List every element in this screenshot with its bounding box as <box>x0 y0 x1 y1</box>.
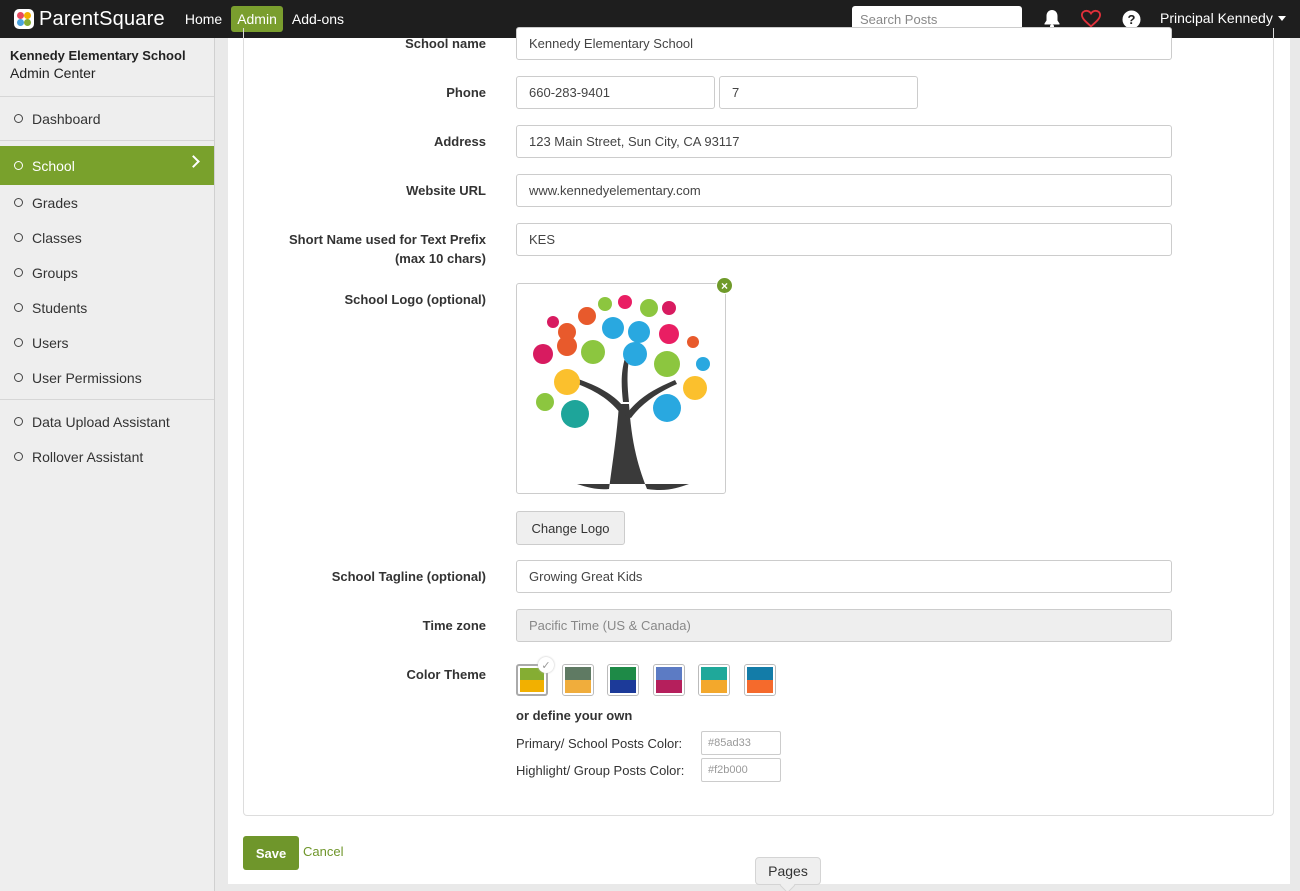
school-logo-label: School Logo (optional) <box>344 292 486 307</box>
circle-icon <box>14 198 23 207</box>
circle-icon <box>14 114 23 123</box>
sidebar-item-label: Students <box>32 299 88 316</box>
user-name: Principal Kennedy <box>1160 10 1273 26</box>
parentsquare-logo-icon <box>14 9 34 29</box>
define-own-colors-label: or define your own <box>516 708 633 723</box>
color-theme-swatch[interactable] <box>607 664 639 696</box>
nav-home[interactable]: Home <box>179 6 228 32</box>
checkmark-icon: ✓ <box>538 657 554 673</box>
phone-input[interactable]: 660-283-9401 <box>516 76 715 109</box>
sidebar-item-label: User Permissions <box>32 369 142 386</box>
cancel-link[interactable]: Cancel <box>303 844 343 859</box>
sidebar-item-dashboard[interactable]: Dashboard <box>0 101 214 136</box>
sidebar-item-label: Grades <box>32 194 78 211</box>
school-logo-preview <box>516 283 726 494</box>
sidebar-item-students[interactable]: Students <box>0 290 214 325</box>
chevron-down-icon <box>1277 15 1286 21</box>
highlight-color-label: Highlight/ Group Posts Color: <box>516 763 685 778</box>
sidebar-item-rollover-assistant[interactable]: Rollover Assistant <box>0 439 214 474</box>
short-name-label-line-2: (max 10 chars) <box>394 251 486 266</box>
address-label: Address <box>433 134 486 149</box>
brand-name: ParentSquare <box>39 7 165 30</box>
hands-tree-logo-image <box>533 295 710 491</box>
timezone-select: Pacific Time (US & Canada) <box>516 609 1172 642</box>
sidebar-item-label: Groups <box>32 264 78 281</box>
change-logo-button[interactable]: Change Logo <box>516 511 625 545</box>
circle-icon <box>14 303 23 312</box>
sidebar-item-classes[interactable]: Classes <box>0 220 214 255</box>
circle-icon <box>14 233 23 242</box>
school-name-label: School name <box>405 36 486 51</box>
sidebar-item-users[interactable]: Users <box>0 325 214 360</box>
color-theme-label: Color Theme <box>406 667 486 682</box>
sidebar-item-data-upload-assistant[interactable]: Data Upload Assistant <box>0 404 214 439</box>
phone-extension-input[interactable]: 7 <box>719 76 918 109</box>
bell-icon[interactable] <box>1042 9 1062 29</box>
short-name-label-line-1: Short Name used for Text Prefix <box>289 232 486 247</box>
tagline-label: School Tagline (optional) <box>331 569 486 584</box>
color-theme-swatch[interactable] <box>652 664 685 696</box>
sidebar-item-groups[interactable]: Groups <box>0 255 214 290</box>
sidebar-item-label: Users <box>32 334 69 351</box>
primary-color-label: Primary/ School Posts Color: <box>516 736 683 751</box>
address-input[interactable]: 123 Main Street, Sun City, CA 93117 <box>516 125 1172 158</box>
circle-icon <box>14 373 23 382</box>
primary-color-input[interactable]: #85ad33 <box>701 731 781 755</box>
circle-icon <box>14 268 23 277</box>
sidebar-item-label: Classes <box>32 229 82 246</box>
chevron-right-icon <box>187 155 200 168</box>
admin-sidebar: Kennedy Elementary School Admin Center D… <box>0 38 215 891</box>
sidebar-item-label: School <box>32 157 75 174</box>
svg-text:?: ? <box>1127 12 1135 27</box>
main-content: School name Kennedy Elementary School Ph… <box>228 27 1290 884</box>
circle-icon <box>14 338 23 347</box>
sidebar-item-user-permissions[interactable]: User Permissions <box>0 360 214 395</box>
circle-icon <box>14 161 23 170</box>
highlight-color-input[interactable]: #f2b000 <box>701 758 781 782</box>
sidebar-subtitle: Admin Center <box>10 65 96 81</box>
sidebar-item-label: Data Upload Assistant <box>32 413 170 430</box>
sidebar-header: Kennedy Elementary School Admin Center <box>0 38 214 97</box>
website-label: Website URL <box>406 183 486 198</box>
website-input[interactable]: www.kennedyelementary.com <box>516 174 1172 207</box>
sidebar-item-label: Rollover Assistant <box>32 448 144 465</box>
circle-icon <box>14 452 23 461</box>
help-icon[interactable]: ? <box>1121 9 1141 29</box>
save-button[interactable]: Save <box>243 836 299 870</box>
sidebar-item-grades[interactable]: Grades <box>0 185 214 220</box>
color-theme-swatch[interactable] <box>698 664 730 696</box>
user-menu[interactable]: Principal Kennedy <box>1160 10 1286 26</box>
sidebar-item-label: Dashboard <box>32 110 101 127</box>
color-theme-swatch[interactable] <box>561 664 594 696</box>
remove-logo-icon[interactable]: × <box>716 277 733 294</box>
circle-icon <box>14 417 23 426</box>
color-theme-swatch[interactable] <box>743 664 776 696</box>
school-name-input[interactable]: Kennedy Elementary School <box>516 27 1172 60</box>
pages-tab[interactable]: Pages <box>755 857 821 885</box>
timezone-label: Time zone <box>422 618 486 633</box>
heart-icon[interactable] <box>1081 9 1101 29</box>
short-name-label: Short Name used for Text Prefix (max 10 … <box>289 230 486 268</box>
sidebar-item-school[interactable]: School <box>0 146 214 185</box>
sidebar-school-name: Kennedy Elementary School <box>10 48 186 63</box>
tagline-input[interactable]: Growing Great Kids <box>516 560 1172 593</box>
short-name-input[interactable]: KES <box>516 223 1172 256</box>
brand[interactable]: ParentSquare <box>14 8 165 31</box>
phone-label: Phone <box>446 85 486 100</box>
